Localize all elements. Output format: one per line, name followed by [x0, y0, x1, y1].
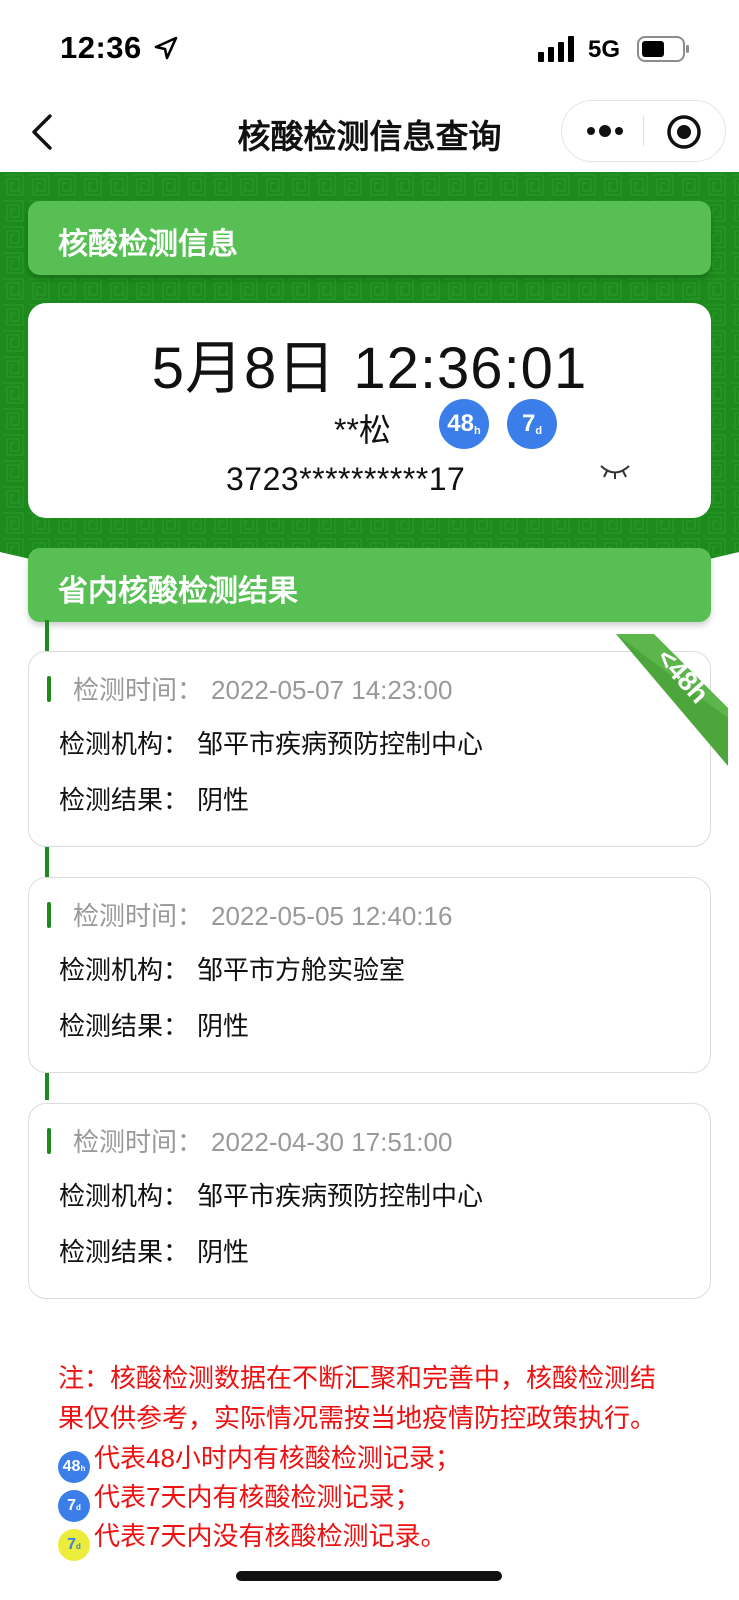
status-bar: 12:36 5G	[0, 0, 739, 96]
badge-48h-number: 48	[447, 410, 474, 437]
badge-48h: 48h	[439, 399, 489, 449]
badge-48h-unit: h	[473, 425, 481, 437]
record-card: 检测时间： 2022-04-30 17:51:00 检测机构： 邹平市疾病预防控制中…	[28, 1103, 711, 1299]
badge-7d: 7d	[507, 399, 557, 449]
record-org: 检测机构： 邹平市疾病预防控制中心	[59, 729, 484, 759]
badge-7d-unit: d	[535, 425, 543, 437]
record-card: 检测时间： 2022-05-05 12:40:16 检测机构： 邹平市方舱实验室 检…	[28, 877, 711, 1073]
legend-badge-7d-yellow: 7d	[58, 1529, 90, 1561]
id-number: 3723**********17	[226, 461, 466, 497]
identity-card: 5月8日 12:36:01 **松 48h 7d 3723**********1…	[28, 303, 711, 518]
row-marker	[47, 902, 51, 928]
eye-closed-icon[interactable]	[598, 461, 632, 483]
results-section-header: 省内核酸检测结果	[28, 548, 711, 622]
record-time: 检测时间： 2022-04-30 17:51:00	[73, 1127, 453, 1157]
target-icon[interactable]	[666, 114, 702, 150]
battery-icon	[637, 36, 689, 62]
record-result: 检测结果： 阴性	[59, 1011, 250, 1041]
row-marker	[47, 676, 51, 702]
info-section-title: 核酸检测信息	[58, 228, 238, 261]
location-arrow-icon	[154, 36, 178, 60]
badge-7d-number: 7	[521, 410, 536, 437]
signal-icon	[538, 36, 574, 62]
record-org: 检测机构： 邹平市方舱实验室	[59, 955, 406, 985]
more-icon[interactable]	[585, 119, 625, 143]
ribbon-48h: <48h	[616, 634, 728, 766]
home-indicator	[236, 1571, 502, 1581]
record-card: 检测时间： 2022-05-07 14:23:00 检测机构： 邹平市疾病预防控制中…	[28, 651, 711, 847]
record-time: 检测时间： 2022-05-07 14:23:00	[73, 675, 453, 705]
record-time: 检测时间： 2022-05-05 12:40:16	[73, 901, 453, 931]
legend-7d-none-text: 代表7天内没有核酸检测记录。	[94, 1521, 447, 1551]
record-result: 检测结果： 阴性	[59, 1237, 250, 1267]
record-result: 检测结果： 阴性	[59, 785, 250, 815]
status-time: 12:36	[60, 30, 142, 65]
legend-7d-text: 代表7天内有核酸检测记录；	[94, 1482, 421, 1512]
record-org: 检测机构： 邹平市疾病预防控制中心	[59, 1181, 484, 1211]
info-section-header: 核酸检测信息	[28, 201, 711, 275]
note-text-1: 注：核酸检测数据在不断汇聚和完善中，核酸检测结	[58, 1363, 657, 1393]
legend-7d-none: 7d 代表7天内没有核酸检测记录。	[58, 1516, 446, 1561]
note-text-2: 果仅供参考，实际情况需按当地疫情防控政策执行。	[58, 1403, 657, 1433]
person-name: **松	[334, 412, 391, 448]
row-marker	[47, 1128, 51, 1154]
legend-48h-text: 代表48小时内有核酸检测记录；	[94, 1443, 461, 1473]
current-time: 5月8日 12:36:01	[151, 336, 588, 401]
results-section-title: 省内核酸检测结果	[58, 575, 298, 608]
network-label: 5G	[588, 36, 621, 63]
capsule-divider	[643, 116, 644, 146]
